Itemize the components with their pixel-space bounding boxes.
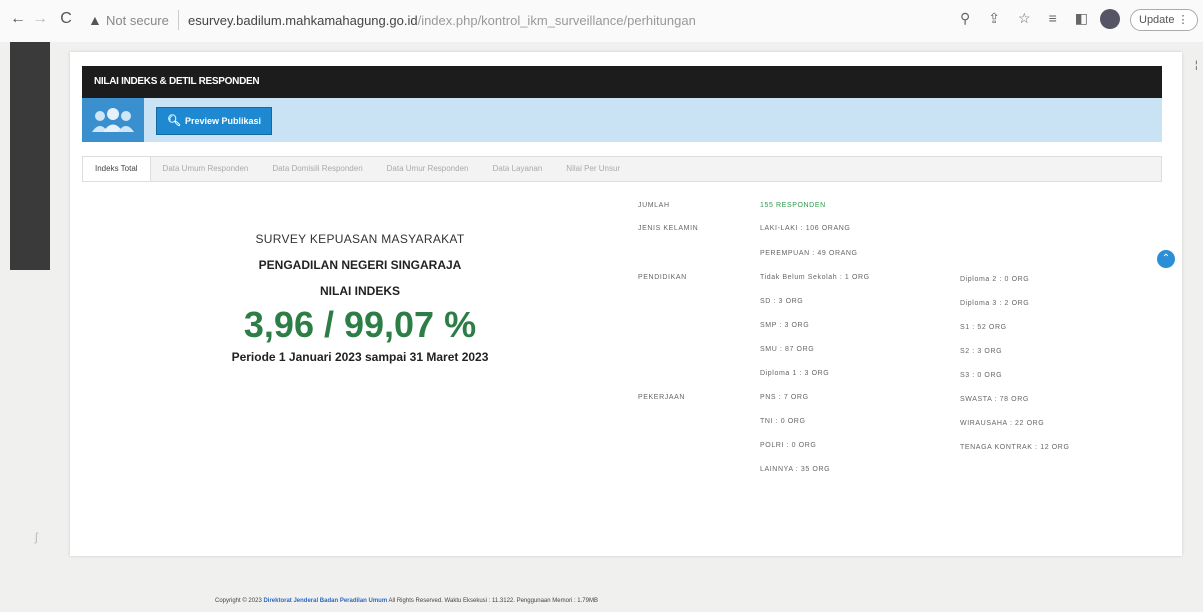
footer-org-link[interactable]: Direktorat Jenderal Badan Peradilan Umum [263,598,387,604]
pendidikan-item: Diploma 3 : 2 ORG [960,300,1030,307]
pekerjaan-item: TENAGA KONTRAK : 12 ORG [960,444,1070,451]
profile-avatar[interactable] [1100,9,1120,29]
browser-toolbar: ← → C ▲ Not secure esurvey.badilum.mahka… [0,0,1203,42]
left-mark: ʃ [35,530,38,544]
pendidikan-item: S3 : 0 ORG [960,372,1003,379]
pendidikan-item: Diploma 1 : 3 ORG [760,370,830,377]
back-arrow-icon[interactable]: ← [8,10,28,28]
pekerjaan-item: TNI : 0 ORG [760,418,806,425]
pendidikan-item: SMP : 3 ORG [760,322,810,329]
url-host: esurvey.badilum.mahkamahagung.go.id [188,13,418,28]
jumlah-label: JUMLAH [638,202,670,209]
jumlah-value: 155 RESPONDEN [760,202,826,209]
footer-copyright: Copyright © 2023 [215,598,262,604]
reload-icon[interactable]: C [56,10,76,28]
sidepanel-icon[interactable]: ◧ [1075,10,1088,27]
right-edge-mark: ¦ [1195,60,1198,71]
footer-info: All Rights Reserved. Waktu Eksekusi : 11… [388,598,598,604]
chevron-up-icon: ⌃ [1161,253,1171,264]
forward-arrow-icon[interactable]: → [30,10,50,28]
zoom-icon[interactable]: ⚲ [960,10,970,27]
pekerjaan-item: SWASTA : 78 ORG [960,396,1029,403]
pekerjaan-item: POLRI : 0 ORG [760,442,817,449]
pendidikan-item: S1 : 52 ORG [960,324,1007,331]
pekerjaan-label: PEKERJAAN [638,394,686,401]
pendidikan-item: SD : 3 ORG [760,298,804,305]
scroll-up-button[interactable]: ⌃ [1157,250,1175,268]
gender-male: LAKI-LAKI : 106 ORANG [760,225,851,232]
main-card: NILAI INDEKS & DETIL RESPONDEN 🔍︎ Preview… [70,52,1182,556]
pendidikan-item: Tidak Belum Sekolah : 1 ORG [760,274,870,281]
pendidikan-label: PENDIDIKAN [638,274,687,281]
page-footer: Copyright © 2023 Direktorat Jenderal Bad… [215,598,598,604]
star-icon[interactable]: ☆ [1018,10,1031,27]
browser-icons: ⚲ ⇪ ☆ ≡ ◧ [960,10,1088,27]
gender-label: JENIS KELAMIN [638,225,699,232]
not-secure-label[interactable]: Not secure [106,13,169,28]
warning-icon[interactable]: ▲ [88,12,102,28]
pekerjaan-item: WIRAUSAHA : 22 ORG [960,420,1045,427]
pendidikan-item: SMU : 87 ORG [760,346,815,353]
share-icon[interactable]: ⇪ [988,10,1000,27]
url-separator [178,10,179,30]
left-dark-strip [10,42,50,270]
url-path: /index.php/kontrol_ikm_surveillance/perh… [417,13,696,28]
pekerjaan-item: PNS : 7 ORG [760,394,809,401]
gender-female: PEREMPUAN : 49 ORANG [760,250,858,257]
respondent-stats: JUMLAH 155 RESPONDEN JENIS KELAMIN LAKI-… [70,52,1182,556]
update-button[interactable]: Update ⋮ [1130,9,1198,31]
pendidikan-item: S2 : 3 ORG [960,348,1003,355]
pendidikan-item: Diploma 2 : 0 ORG [960,276,1030,283]
update-label: Update [1139,14,1175,26]
pekerjaan-item: LAINNYA : 35 ORG [760,466,831,473]
reading-list-icon[interactable]: ≡ [1049,10,1057,27]
url-bar[interactable]: esurvey.badilum.mahkamahagung.go.id/inde… [188,13,696,28]
